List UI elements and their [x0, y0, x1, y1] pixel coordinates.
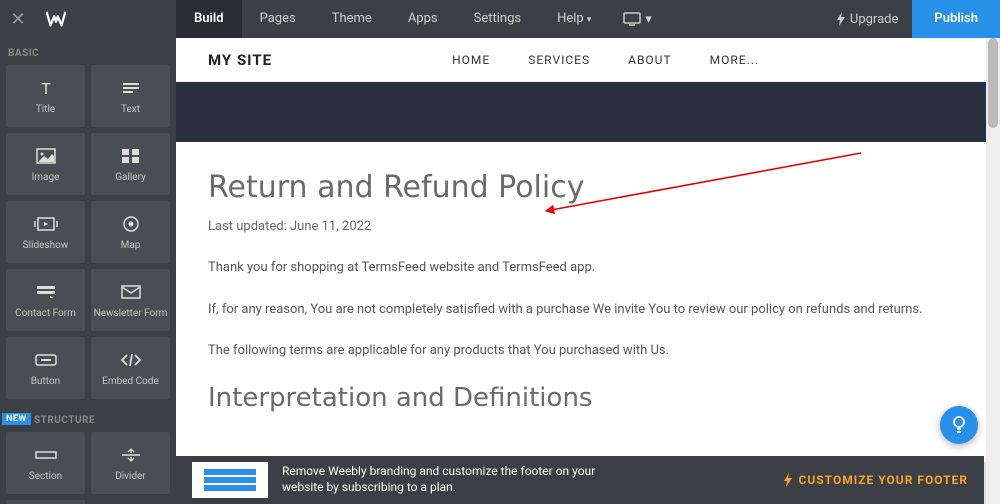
tab-help[interactable]: Help▾ — [539, 0, 609, 38]
image-icon — [36, 145, 56, 167]
desktop-icon — [623, 12, 641, 26]
tile-newsletter-form[interactable]: Newsletter Form — [91, 269, 170, 331]
code-icon — [120, 349, 142, 371]
svg-text:T: T — [41, 80, 51, 96]
text-icon — [121, 77, 141, 99]
button-icon — [35, 349, 57, 371]
divider-icon — [120, 444, 142, 466]
tile-gallery[interactable]: Gallery — [91, 133, 170, 195]
site-menu: HOME SERVICES ABOUT MORE... — [452, 53, 759, 67]
menu-more[interactable]: MORE... — [710, 53, 759, 67]
tab-build[interactable]: Build — [176, 0, 242, 38]
document-body[interactable]: Return and Refund Policy Last updated: J… — [176, 142, 1000, 462]
lightning-icon — [783, 473, 793, 487]
device-preview-dropdown[interactable]: ▾ — [609, 12, 666, 27]
site-navigation: MY SITE HOME SERVICES ABOUT MORE... — [176, 38, 1000, 82]
doc-paragraph: The following terms are applicable for a… — [208, 341, 968, 361]
tile-slideshow[interactable]: Slideshow — [6, 201, 85, 263]
tile-text[interactable]: Text — [91, 65, 170, 127]
lightbulb-icon — [951, 415, 967, 435]
tile-spacer[interactable] — [6, 500, 85, 504]
footer-upsell-bar: Remove Weebly branding and customize the… — [176, 456, 984, 504]
scrollbar-thumb[interactable] — [988, 38, 998, 128]
new-badge: NEW — [2, 413, 31, 425]
section-icon — [35, 444, 57, 466]
newsletter-icon — [121, 281, 141, 303]
menu-about[interactable]: ABOUT — [628, 53, 672, 67]
tile-section[interactable]: Section — [6, 432, 85, 494]
tile-embed-code[interactable]: Embed Code — [91, 337, 170, 399]
publish-button[interactable]: Publish — [912, 0, 1000, 38]
menu-home[interactable]: HOME — [452, 53, 490, 67]
weebly-logo[interactable] — [36, 10, 76, 28]
contact-icon — [36, 281, 56, 303]
menu-services[interactable]: SERVICES — [528, 53, 590, 67]
sidebar-section-structure: NEWSTRUCTURE — [0, 405, 176, 432]
close-button[interactable]: ✕ — [0, 9, 36, 30]
slideshow-icon — [34, 213, 58, 235]
footer-message: Remove Weebly branding and customize the… — [282, 464, 622, 495]
chevron-down-icon: ▾ — [587, 15, 592, 25]
sidebar-section-basic: BASIC — [0, 38, 176, 65]
tile-button[interactable]: Button — [6, 337, 85, 399]
footer-thumbnail — [192, 462, 268, 498]
tile-divider[interactable]: Divider — [91, 432, 170, 494]
lightning-icon — [836, 12, 846, 26]
tab-apps[interactable]: Apps — [390, 0, 456, 38]
tab-theme[interactable]: Theme — [314, 0, 390, 38]
site-brand[interactable]: MY SITE — [208, 51, 272, 69]
doc-paragraph: Thank you for shopping at TermsFeed webs… — [208, 258, 968, 278]
elements-sidebar: BASIC TTitle Text Image Gallery Slidesho… — [0, 38, 176, 504]
help-fab[interactable] — [940, 406, 978, 444]
map-icon — [122, 213, 140, 235]
tile-contact-form[interactable]: Contact Form — [6, 269, 85, 331]
doc-title: Return and Refund Policy — [208, 170, 968, 205]
tile-map[interactable]: Map — [91, 201, 170, 263]
doc-updated: Last updated: June 11, 2022 — [208, 219, 968, 234]
gallery-icon — [121, 145, 141, 167]
tab-settings[interactable]: Settings — [456, 0, 539, 38]
chevron-down-icon: ▾ — [645, 12, 652, 27]
vertical-scrollbar[interactable] — [986, 38, 1000, 504]
top-toolbar: ✕ Build Pages Theme Apps Settings Help▾ … — [0, 0, 1000, 38]
site-canvas[interactable]: MY SITE HOME SERVICES ABOUT MORE... Retu… — [176, 38, 1000, 504]
tile-title[interactable]: TTitle — [6, 65, 85, 127]
customize-footer-button[interactable]: CUSTOMIZE YOUR FOOTER — [783, 473, 968, 487]
tile-image[interactable]: Image — [6, 133, 85, 195]
hero-band — [176, 82, 1000, 142]
doc-heading: Interpretation and Definitions — [208, 383, 968, 413]
title-icon: T — [36, 77, 56, 99]
doc-paragraph: If, for any reason, You are not complete… — [208, 300, 968, 320]
tab-pages[interactable]: Pages — [242, 0, 314, 38]
upgrade-button[interactable]: Upgrade — [822, 12, 912, 27]
